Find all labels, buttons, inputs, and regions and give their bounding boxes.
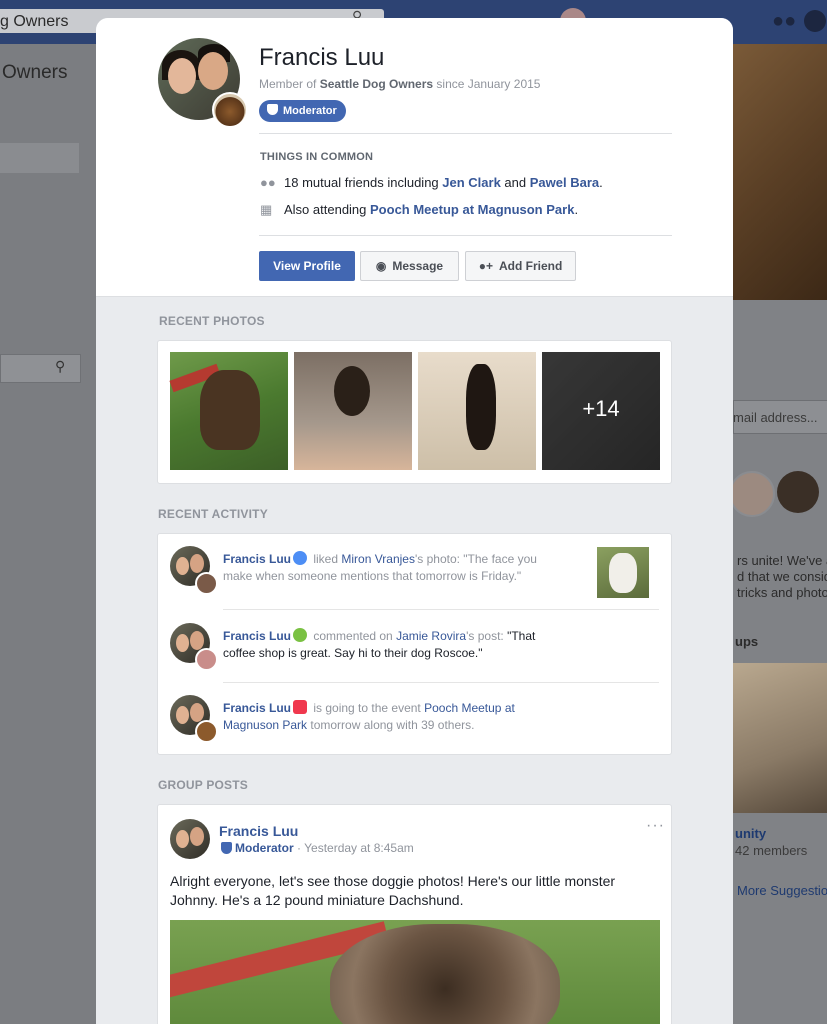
- activity-target-link[interactable]: Jamie Rovira: [396, 629, 466, 643]
- more-photos-count: +14: [582, 396, 620, 421]
- activity-verb: is going to the event: [310, 701, 425, 715]
- photo-thumbnail[interactable]: [169, 352, 288, 470]
- mutual-friends-row: ●● 18 mutual friends including Jen Clark …: [260, 175, 603, 190]
- bg-more-suggestions: More Suggestio: [737, 883, 827, 898]
- more-options-icon[interactable]: ···: [646, 817, 665, 835]
- bg-group-name: unity: [735, 826, 767, 841]
- post-author-avatar[interactable]: [170, 819, 210, 859]
- activity-item: Francis Luu is going to the event Pooch …: [223, 700, 563, 734]
- bg-description-line: tricks and photo: [737, 585, 827, 600]
- bg-search-text: g Owners: [0, 13, 69, 30]
- view-profile-button[interactable]: View Profile: [259, 251, 355, 281]
- activity-sub-avatar: [195, 648, 218, 671]
- bg-description: rs unite! We've a d that we consid trick…: [737, 553, 827, 601]
- event-prefix: Also attending: [284, 202, 371, 217]
- recent-activity-title: RECENT ACTIVITY: [158, 507, 268, 521]
- bg-group-image: [733, 663, 827, 813]
- post-timestamp[interactable]: · Yesterday at 8:45am: [294, 841, 414, 855]
- activity-sub-avatar: [195, 720, 218, 743]
- mutual-friends-text: 18 mutual friends including: [284, 175, 443, 190]
- activity-verb: liked: [310, 552, 342, 566]
- search-icon: ⚲: [55, 358, 66, 374]
- post-meta: Moderator · Yesterday at 8:45am: [219, 841, 414, 855]
- profile-header: Francis Luu Member of Seattle Dog Owners…: [96, 18, 733, 297]
- friend-link[interactable]: Jen Clark: [442, 175, 501, 190]
- photo-thumbnail[interactable]: [418, 352, 536, 470]
- post-photo[interactable]: [170, 920, 660, 1024]
- message-button[interactable]: ◉ Message: [360, 251, 459, 281]
- post-author-role: Moderator: [235, 841, 294, 855]
- post-author-name[interactable]: Francis Luu: [219, 823, 298, 839]
- things-in-common-title: THINGS IN COMMON: [260, 151, 374, 163]
- bg-group-members: 42 members: [735, 843, 808, 858]
- post-body: Alright everyone, let's see those doggie…: [170, 873, 616, 908]
- moderator-badge-label: Moderator: [283, 105, 337, 117]
- divider: [259, 235, 672, 236]
- membership-line: Member of Seattle Dog Owners since Janua…: [259, 77, 540, 91]
- period-text: .: [599, 175, 603, 190]
- event-link[interactable]: Pooch Meetup at Magnuson Park: [370, 202, 574, 217]
- member-prefix: Member of: [259, 77, 320, 91]
- activity-suffix: 's photo:: [414, 552, 464, 566]
- activity-photo-thumbnail[interactable]: [597, 547, 649, 598]
- bg-left-search: [0, 354, 81, 383]
- friend-link[interactable]: Pawel Bara: [530, 175, 599, 190]
- activity-item: Francis Luu commented on Jamie Rovira's …: [223, 628, 563, 662]
- and-text: and: [500, 175, 530, 190]
- activity-target-link[interactable]: Miron Vranjes: [341, 552, 415, 566]
- event-icon: [293, 700, 308, 714]
- friends-icon: ●●: [772, 10, 797, 32]
- bg-cover-photo: [733, 44, 827, 300]
- add-friend-icon: ●+: [478, 259, 493, 273]
- shield-icon: [221, 842, 232, 854]
- divider: [223, 609, 659, 610]
- photo-thumbnail-more[interactable]: +14: [542, 352, 660, 470]
- bg-email-placeholder: mail address...: [733, 410, 818, 425]
- profile-name[interactable]: Francis Luu: [259, 44, 384, 72]
- activity-suffix: tomorrow along with 39 others.: [307, 718, 475, 732]
- activity-verb: commented on: [310, 629, 397, 643]
- pet-avatar: [212, 92, 248, 128]
- activity-user-link[interactable]: Francis Luu: [223, 629, 291, 643]
- recent-photos-title: RECENT PHOTOS: [159, 314, 265, 328]
- activity-user-link[interactable]: Francis Luu: [223, 701, 291, 715]
- shield-icon: [267, 104, 278, 115]
- profile-card-modal: Francis Luu Member of Seattle Dog Owners…: [96, 18, 733, 1024]
- activity-sub-avatar: [195, 572, 218, 595]
- bg-description-line: rs unite! We've a: [737, 553, 827, 568]
- comment-icon: [293, 628, 308, 642]
- group-name[interactable]: Seattle Dog Owners: [320, 77, 433, 91]
- group-posts-title: GROUP POSTS: [158, 778, 248, 792]
- add-friend-button-label: Add Friend: [498, 259, 563, 273]
- message-button-label: Message: [392, 259, 444, 273]
- bg-member-avatar: [729, 471, 775, 517]
- messenger-icon: ◉: [375, 259, 387, 273]
- bg-member-avatar: [777, 471, 819, 513]
- event-period: .: [574, 202, 579, 217]
- bg-left-box: [0, 143, 79, 173]
- bg-description-line: d that we consid: [737, 569, 827, 584]
- calendar-icon: ▦: [260, 202, 273, 217]
- bg-group-title: Owners: [2, 62, 68, 83]
- divider: [223, 682, 659, 683]
- add-friend-button[interactable]: ●+ Add Friend: [465, 251, 576, 281]
- like-icon: [293, 551, 308, 565]
- event-row: ▦ Also attending Pooch Meetup at Magnuson…: [260, 202, 578, 218]
- divider: [259, 133, 672, 134]
- messenger-icon: [804, 10, 826, 32]
- moderator-badge: Moderator: [259, 100, 346, 122]
- bg-groups-label: ups: [735, 634, 759, 649]
- friends-icon: ●●: [260, 175, 276, 190]
- activity-suffix: 's post:: [466, 629, 508, 643]
- activity-user-link[interactable]: Francis Luu: [223, 552, 291, 566]
- activity-item: Francis Luu liked Miron Vranjes's photo:…: [223, 551, 563, 585]
- photo-thumbnail[interactable]: [294, 352, 412, 470]
- member-suffix: since January 2015: [433, 77, 541, 91]
